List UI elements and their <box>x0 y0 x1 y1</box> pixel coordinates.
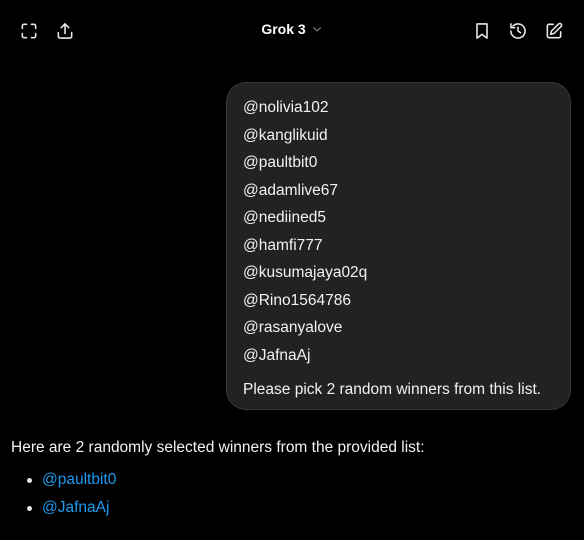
list-item: @JafnaAj <box>11 494 571 522</box>
user-message-bubble: @nolivia102 @kanglikuid @paultbit0 @adam… <box>226 82 571 410</box>
bullet <box>27 506 32 511</box>
history-icon <box>510 23 526 39</box>
bullet <box>27 478 32 483</box>
share-icon <box>57 23 73 39</box>
handle-line: @nediined5 <box>243 209 326 226</box>
winner-list: @paultbit0 @JafnaAj <box>11 466 571 522</box>
bookmark-button[interactable] <box>468 17 496 45</box>
bookmark-icon <box>476 23 488 39</box>
handle-line: @Rino1564786 <box>243 291 351 309</box>
fullscreen-icon <box>21 23 37 39</box>
model-name: Grok 3 <box>261 21 306 37</box>
handle-line: @JafnaAj <box>243 346 311 364</box>
handle-line: @kanglikuid <box>243 126 328 144</box>
handle-line: @paultbit0 <box>243 154 318 171</box>
top-bar: Grok 3 <box>0 0 584 62</box>
new-chat-icon <box>546 22 563 39</box>
chevron-down-icon <box>312 27 321 32</box>
new-chat-button[interactable] <box>540 17 568 45</box>
history-button[interactable] <box>504 17 532 45</box>
user-prompt: Please pick 2 random winners from this l… <box>243 381 542 398</box>
list-item: @paultbit0 <box>11 466 571 494</box>
handle-line: @hamfi777 <box>243 236 323 254</box>
handle-line: @nolivia102 <box>243 99 329 116</box>
share-button[interactable] <box>51 17 79 45</box>
model-select-wrapper: Grok 3 <box>0 21 584 37</box>
winner-link[interactable]: @JafnaAj <box>42 499 109 516</box>
model-selector[interactable]: Grok 3 <box>261 21 322 37</box>
winner-link[interactable]: @paultbit0 <box>42 471 116 488</box>
response-intro: Here are 2 randomly selected winners fro… <box>11 439 425 456</box>
fullscreen-button[interactable] <box>15 17 43 45</box>
handle-line: @kusumajaya02q <box>243 264 368 281</box>
assistant-response: Here are 2 randomly selected winners fro… <box>11 434 571 522</box>
handle-line: @adamlive67 <box>243 181 339 199</box>
handle-line: @rasanyalove <box>243 319 343 336</box>
